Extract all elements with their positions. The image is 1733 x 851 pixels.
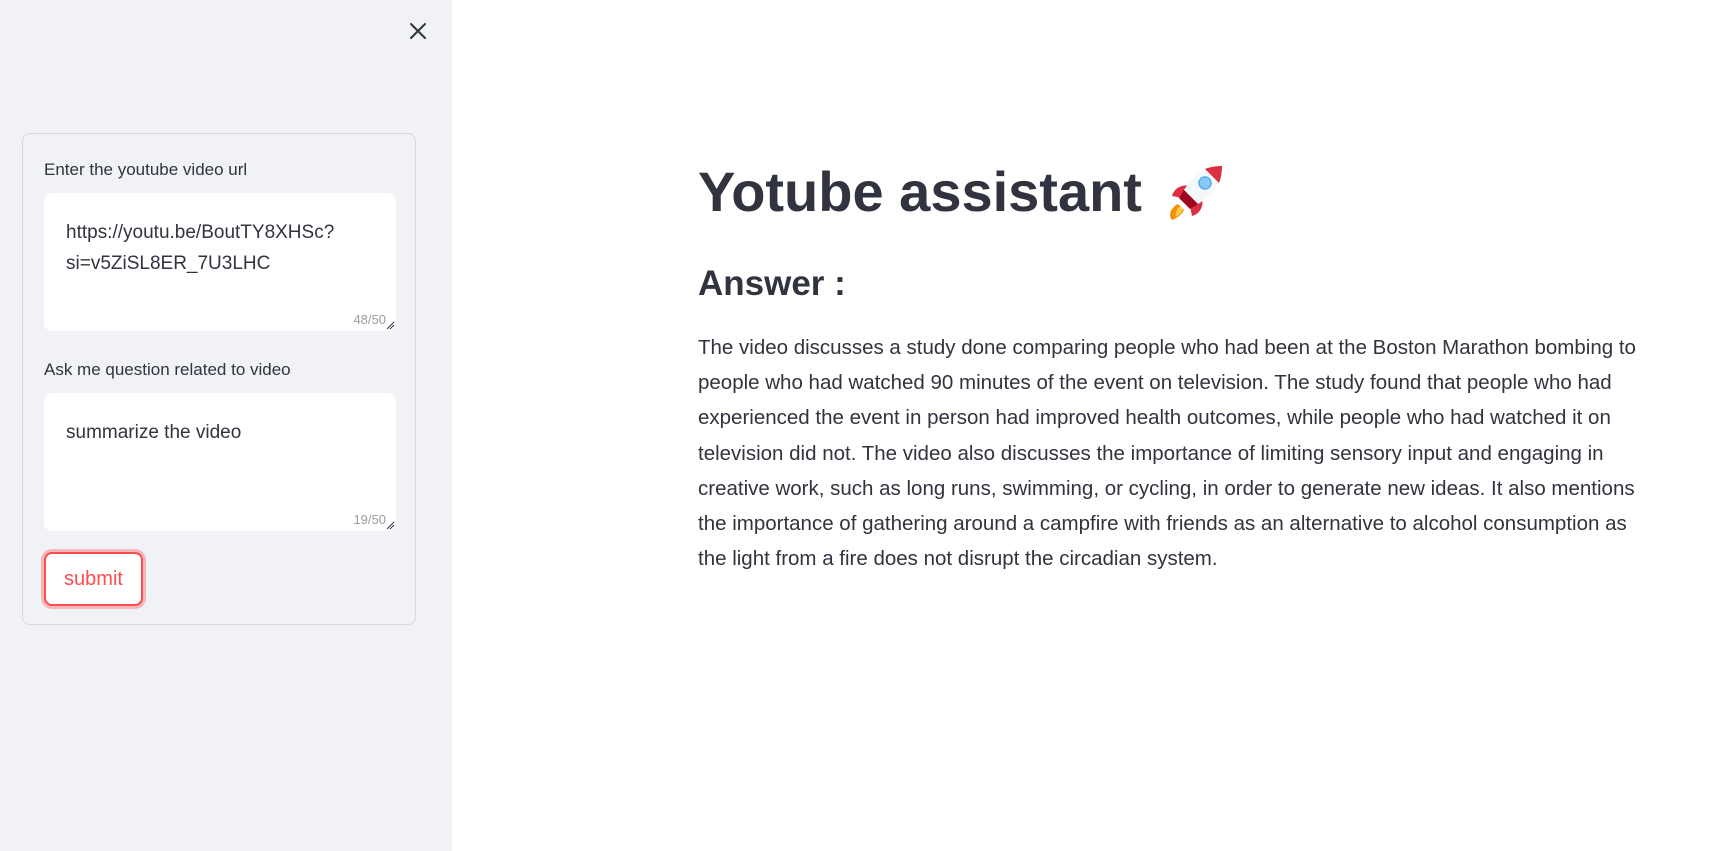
close-sidebar-button[interactable] [403, 16, 433, 46]
question-input[interactable] [44, 393, 396, 531]
resize-handle-icon[interactable] [385, 320, 395, 330]
query-form: Enter the youtube video url 48/50 Ask me… [22, 133, 416, 625]
answer-heading: Answer : [698, 264, 846, 303]
url-char-count: 48/50 [353, 312, 386, 327]
submit-button[interactable]: submit [44, 552, 143, 606]
rocket-icon [1169, 166, 1222, 220]
page-title-text: Yotube assistant [698, 160, 1142, 223]
answer-text: The video discusses a study done compari… [698, 336, 1636, 571]
resize-handle-icon[interactable] [385, 520, 395, 530]
app: Enter the youtube video url 48/50 Ask me… [0, 0, 1733, 851]
url-field-label: Enter the youtube video url [44, 160, 248, 179]
sidebar: Enter the youtube video url 48/50 Ask me… [0, 0, 452, 851]
question-field-label: Ask me question related to video [44, 360, 291, 379]
question-char-count: 19/50 [353, 512, 386, 527]
question-field-container: 19/50 [44, 393, 396, 531]
url-input[interactable] [44, 193, 396, 331]
main-content: Yotube assistant Answer : The video disc… [452, 0, 1733, 851]
close-icon [410, 23, 426, 39]
page-title: Yotube assistant [698, 150, 1228, 234]
url-field-container: 48/50 [44, 193, 396, 331]
